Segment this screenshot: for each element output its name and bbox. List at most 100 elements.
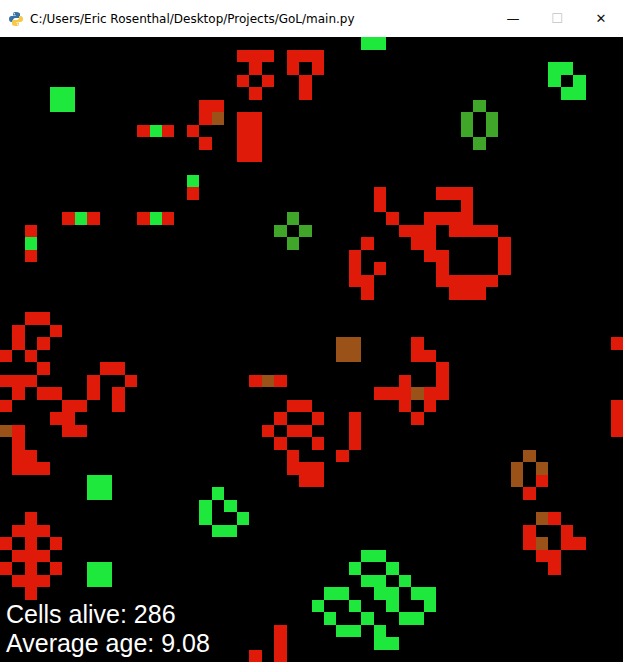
cell <box>374 187 386 200</box>
cell <box>112 387 124 400</box>
cell <box>87 475 99 488</box>
cell <box>374 625 386 638</box>
cell <box>287 425 299 438</box>
cell <box>424 350 436 363</box>
cell <box>212 112 224 125</box>
cell <box>162 125 174 138</box>
cell <box>436 387 448 400</box>
cell <box>386 562 398 575</box>
cell <box>336 450 348 463</box>
cell <box>411 350 423 363</box>
cell <box>100 487 112 500</box>
cell <box>573 87 585 100</box>
cell <box>361 275 373 288</box>
cell <box>37 387 49 400</box>
cell <box>37 462 49 475</box>
cell <box>573 537 585 550</box>
cell <box>274 437 286 450</box>
cell <box>25 575 37 588</box>
cell <box>87 387 99 400</box>
cell <box>262 375 274 388</box>
cell <box>411 237 423 250</box>
cell <box>523 450 535 463</box>
cell <box>12 437 24 450</box>
cell <box>237 75 249 88</box>
cell <box>50 325 62 338</box>
cell <box>324 587 336 600</box>
cell <box>361 37 373 50</box>
cell <box>374 550 386 563</box>
cell <box>12 550 24 563</box>
cell <box>374 637 386 650</box>
cell <box>461 187 473 200</box>
stat-text: Average age: 9.08 <box>6 629 210 658</box>
cell <box>87 575 99 588</box>
cell <box>249 125 261 138</box>
cell <box>436 362 448 375</box>
cell <box>249 150 261 163</box>
cell <box>287 212 299 225</box>
cell <box>249 62 261 75</box>
cell <box>399 225 411 238</box>
cell <box>25 250 37 263</box>
cell <box>62 100 74 113</box>
cell <box>424 600 436 613</box>
cell <box>274 650 286 662</box>
cell <box>312 462 324 475</box>
cell <box>548 550 560 563</box>
cell <box>523 537 535 550</box>
window-control-button[interactable]: — <box>491 0 535 37</box>
cell <box>299 50 311 63</box>
cell <box>100 475 112 488</box>
cell <box>187 175 199 188</box>
cell <box>262 50 274 63</box>
cell <box>199 512 211 525</box>
cell <box>536 475 548 488</box>
cell <box>12 325 24 338</box>
cell <box>150 212 162 225</box>
cell <box>361 550 373 563</box>
cell <box>25 312 37 325</box>
cell <box>62 412 74 425</box>
cell <box>249 650 261 662</box>
cell <box>12 387 24 400</box>
cell <box>548 75 560 88</box>
cell <box>611 337 623 350</box>
cell <box>349 412 361 425</box>
cell <box>361 575 373 588</box>
cell <box>473 275 485 288</box>
cell <box>349 562 361 575</box>
cell <box>611 400 623 413</box>
cell <box>299 425 311 438</box>
game-board[interactable]: Cells alive: 286Average age: 9.08 <box>0 37 623 662</box>
cell <box>374 262 386 275</box>
cell <box>449 187 461 200</box>
cell <box>237 150 249 163</box>
cell <box>137 125 149 138</box>
cell <box>498 237 510 250</box>
window-control-button[interactable]: ✕ <box>579 0 623 37</box>
cell <box>449 225 461 238</box>
cell <box>249 137 261 150</box>
cell <box>37 525 49 538</box>
cell <box>449 275 461 288</box>
cell <box>374 387 386 400</box>
cell <box>50 412 62 425</box>
cell <box>212 487 224 500</box>
cell <box>374 37 386 50</box>
window-title: C:/Users/Eric Rosenthal/Desktop/Projects… <box>30 12 485 26</box>
cell <box>473 100 485 113</box>
cell <box>25 537 37 550</box>
cell <box>374 200 386 213</box>
cell <box>25 550 37 563</box>
cell <box>424 387 436 400</box>
cell <box>25 350 37 363</box>
cell <box>561 537 573 550</box>
cell <box>274 375 286 388</box>
cell <box>411 587 423 600</box>
cell <box>336 587 348 600</box>
cell <box>62 212 74 225</box>
cell <box>249 112 261 125</box>
cell <box>262 425 274 438</box>
cell <box>12 575 24 588</box>
